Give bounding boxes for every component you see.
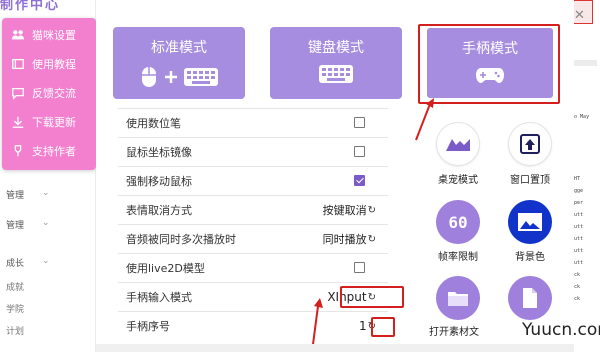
- watermark: Yuucn.com: [522, 320, 600, 340]
- fps-limit-button[interactable]: 60: [436, 200, 480, 244]
- cycle-icon: ↻: [367, 233, 376, 245]
- keyboard-icon: [270, 65, 402, 83]
- open-assets-folder-button[interactable]: [436, 276, 480, 320]
- background-sub-item[interactable]: 成就: [6, 280, 24, 293]
- setting-row-emote-cancel[interactable]: 表情取消方式 按键取消 ↻: [118, 195, 388, 224]
- background-menu-item[interactable]: 管理 ⌄: [6, 218, 50, 231]
- setting-label: 使用live2D模型: [126, 262, 205, 275]
- cycle-icon: ↻: [367, 204, 376, 216]
- mouse-keyboard-icon: [113, 65, 245, 89]
- mode-button-keyboard[interactable]: 键盘模式: [270, 27, 402, 99]
- setting-label: 强制移动鼠标: [126, 175, 192, 188]
- checkbox[interactable]: [354, 146, 365, 157]
- file-button[interactable]: [508, 276, 552, 320]
- icon-label: 窗口置顶: [510, 175, 550, 186]
- pink-context-menu: 猫咪设置 使用教程 反馈交流 下载更新 支持作者: [2, 18, 96, 170]
- chevron-down-icon: ⌄: [42, 218, 50, 228]
- file-icon: [523, 288, 537, 308]
- close-icon[interactable]: ✕: [574, 8, 585, 23]
- background-menu-item[interactable]: 管理 ⌄: [6, 188, 50, 201]
- icon-label: 桌宠模式: [438, 175, 478, 186]
- pin-top-icon: [520, 134, 540, 154]
- input-mode-highlight: [340, 286, 404, 308]
- setting-row-digital-pen[interactable]: 使用数位笔: [118, 108, 388, 137]
- chevron-down-icon: ⌄: [42, 188, 50, 198]
- menu-item-download-update[interactable]: 下载更新: [10, 110, 92, 134]
- desk-pet-icon: [446, 139, 470, 151]
- menu-item-support-author[interactable]: 支持作者: [10, 139, 92, 163]
- setting-row-gamepad-index[interactable]: 手柄序号 1 ↻: [118, 311, 388, 340]
- background-sub-item[interactable]: 学院: [6, 302, 24, 315]
- checkbox-checked[interactable]: [354, 175, 365, 186]
- checkbox[interactable]: [354, 262, 365, 273]
- checkbox[interactable]: [354, 117, 365, 128]
- cycle-value-button[interactable]: 同时播放 ↻: [323, 231, 376, 247]
- background-menu-item[interactable]: 成长 ⌄: [6, 256, 50, 269]
- fps-icon: 60: [448, 212, 468, 232]
- mode-button-label: 标准模式: [151, 40, 207, 56]
- cycle-value-button[interactable]: 按键取消 ↻: [323, 202, 376, 218]
- window-pin-top-button[interactable]: [508, 122, 552, 166]
- settings-dialog: 标准模式 键盘模式 手柄模式 使用数位笔 鼠标坐标镜像 强制移动鼠标 表情取消方…: [96, 0, 574, 352]
- folder-icon: [448, 292, 468, 306]
- setting-value: 1: [358, 319, 367, 333]
- setting-label: 使用数位笔: [126, 117, 181, 130]
- menu-item-label: 支持作者: [32, 145, 76, 158]
- setting-label: 鼠标坐标镜像: [126, 146, 192, 159]
- chevron-down-icon: ⌄: [42, 256, 50, 266]
- background-sub-item[interactable]: 计划: [6, 324, 24, 337]
- background-color-button[interactable]: [508, 200, 552, 244]
- menu-item-cat-settings[interactable]: 猫咪设置: [10, 23, 92, 47]
- gamepad-mode-highlight: [418, 24, 560, 104]
- icon-label: 背景色: [515, 252, 545, 263]
- setting-label: 表情取消方式: [126, 204, 192, 217]
- book-icon: [10, 57, 26, 71]
- gamepad-index-highlight: [371, 317, 395, 337]
- desk-pet-mode-button[interactable]: [436, 122, 480, 166]
- support-icon: [10, 144, 26, 158]
- setting-label: 手柄输入模式: [126, 291, 192, 304]
- background-color-icon: [518, 213, 542, 231]
- bottom-edge: [96, 344, 574, 352]
- icon-label: 打开素材文: [429, 327, 479, 338]
- setting-label: 手柄序号: [126, 320, 170, 333]
- menu-item-label: 反馈交流: [32, 87, 76, 100]
- setting-value: 按键取消: [322, 204, 367, 217]
- chat-icon: [10, 86, 26, 100]
- menu-item-label: 猫咪设置: [32, 29, 76, 42]
- menu-item-tutorial[interactable]: 使用教程: [10, 52, 92, 76]
- menu-item-label: 下载更新: [32, 116, 76, 129]
- mode-button-label: 键盘模式: [308, 40, 364, 56]
- setting-row-force-move-mouse[interactable]: 强制移动鼠标: [118, 166, 388, 195]
- background-bar: [571, 60, 597, 66]
- setting-label: 音频被同时多次播放时: [126, 233, 236, 246]
- setting-row-audio-multi-play[interactable]: 音频被同时多次播放时 同时播放 ↻: [118, 224, 388, 253]
- background-app-title: 制作中心: [0, 0, 61, 13]
- icon-label: 帧率限制: [438, 252, 478, 263]
- menu-item-label: 使用教程: [32, 58, 76, 71]
- mode-button-standard[interactable]: 标准模式: [113, 27, 245, 99]
- menu-item-feedback[interactable]: 反馈交流: [10, 81, 92, 105]
- download-icon: [10, 115, 26, 129]
- screenshot-stage: 制作中心 管理 ⌄ 管理 ⌄ 成长 ⌄ 成就 学院 计划 猫咪设置 使用教程 反…: [0, 0, 600, 352]
- setting-row-mouse-mirror[interactable]: 鼠标坐标镜像: [118, 137, 388, 166]
- setting-value: 同时播放: [322, 233, 367, 246]
- users-icon: [10, 28, 26, 42]
- setting-row-live2d[interactable]: 使用live2D模型: [118, 253, 388, 282]
